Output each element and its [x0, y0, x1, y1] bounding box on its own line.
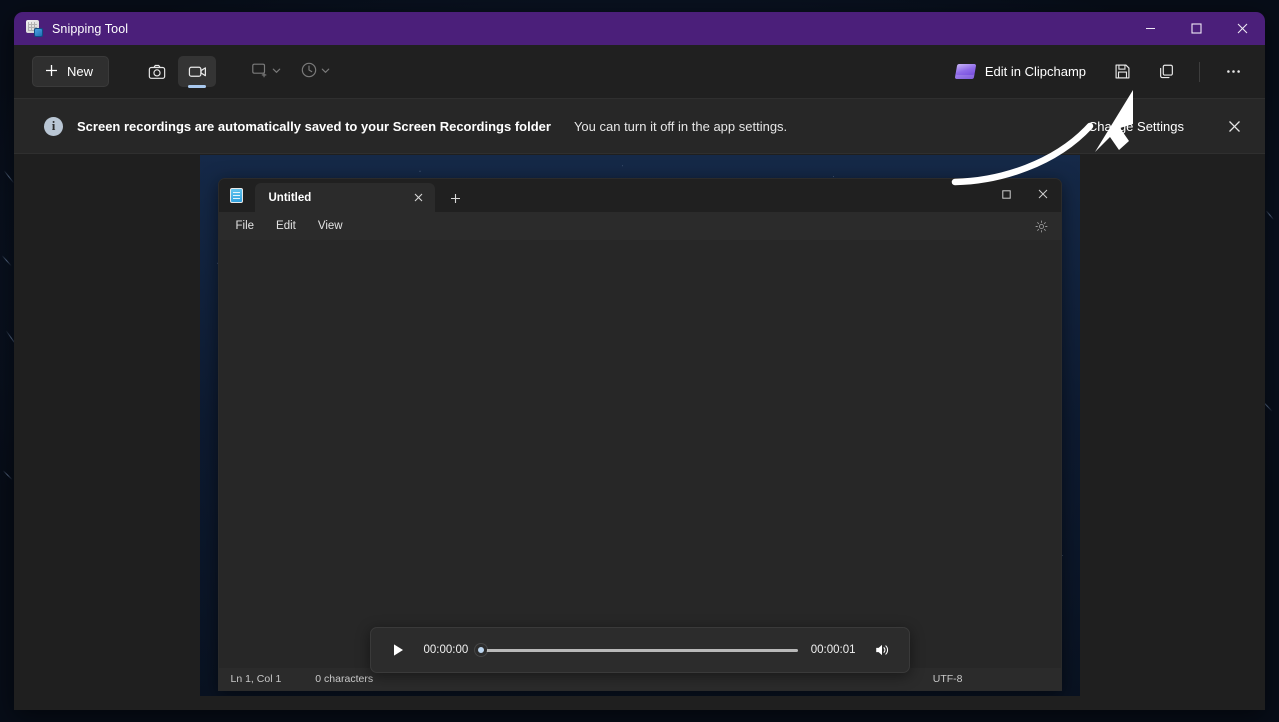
new-tab-button[interactable]	[442, 184, 470, 212]
total-time-label: 00:00:01	[810, 644, 856, 656]
command-bar: New Edit in Clipchamp	[14, 45, 1265, 98]
save-button[interactable]	[1104, 56, 1140, 87]
snipping-tool-icon	[26, 20, 43, 37]
menu-file[interactable]: File	[227, 216, 264, 236]
notepad-window-controls	[989, 179, 1061, 209]
encoding-status: UTF-8	[932, 673, 963, 685]
video-record-mode-button[interactable]	[178, 56, 217, 87]
edit-in-clipchamp-button[interactable]: Edit in Clipchamp	[946, 56, 1096, 87]
scrubber-track	[481, 648, 798, 652]
character-count-status: 0 characters	[315, 673, 374, 685]
notepad-text-area[interactable]	[218, 240, 1061, 668]
title-bar[interactable]: Snipping Tool	[14, 12, 1265, 45]
close-button[interactable]	[1219, 12, 1265, 45]
chevron-down-icon	[320, 64, 331, 79]
new-capture-button[interactable]: New	[32, 56, 110, 87]
title-bar-left: Snipping Tool	[14, 20, 128, 37]
screenshot-mode-button[interactable]	[138, 56, 176, 87]
scrubber-thumb[interactable]	[475, 644, 488, 656]
maximize-button[interactable]	[1173, 12, 1219, 45]
toolbar-vertical-divider	[1199, 61, 1200, 82]
notification-description: You can turn it off in the app settings.	[573, 118, 788, 134]
clock-icon	[300, 61, 318, 82]
window-controls	[1127, 12, 1265, 45]
close-icon[interactable]	[409, 188, 429, 208]
notepad-icon	[219, 179, 255, 212]
notepad-tab-strip: Untitled	[218, 179, 1061, 212]
playback-scrubber[interactable]	[475, 637, 798, 663]
info-notification-bar: i Screen recordings are automatically sa…	[14, 98, 1265, 154]
recorded-video-frame[interactable]: Untitled File Edit View Ln 1, Col 1 0 ch…	[199, 155, 1080, 696]
volume-button[interactable]	[869, 637, 895, 663]
notepad-menu-bar: File Edit View	[218, 212, 1061, 240]
plus-icon	[45, 64, 58, 80]
notepad-tab-label: Untitled	[268, 191, 312, 204]
more-options-button[interactable]	[1215, 56, 1251, 87]
recording-preview-stage: Untitled File Edit View Ln 1, Col 1 0 ch…	[14, 154, 1265, 710]
notepad-maximize-button[interactable]	[989, 179, 1025, 209]
snipping-tool-window: Snipping Tool New Edit in Clipchamp i Sc…	[14, 12, 1265, 710]
rectangle-snip-icon	[251, 61, 269, 82]
menu-view[interactable]: View	[309, 216, 352, 236]
snip-mode-dropdown[interactable]	[245, 56, 286, 87]
play-button[interactable]	[385, 637, 411, 663]
capture-mode-group	[138, 56, 217, 87]
new-capture-label: New	[67, 64, 94, 79]
cursor-position-status: Ln 1, Col 1	[230, 673, 282, 685]
snipping-tool-body: New Edit in Clipchamp i Screen recording…	[14, 45, 1265, 710]
window-title: Snipping Tool	[52, 21, 129, 36]
menu-edit[interactable]: Edit	[267, 216, 305, 236]
gear-icon[interactable]	[1031, 215, 1053, 237]
info-icon: i	[44, 116, 63, 136]
dismiss-notification-button[interactable]	[1217, 111, 1251, 141]
notification-title: Screen recordings are automatically save…	[77, 118, 551, 134]
current-time-label: 00:00:00	[423, 644, 469, 656]
media-player-controls: 00:00:00 00:00:01	[369, 627, 910, 673]
captured-notepad-window: Untitled File Edit View Ln 1, Col 1 0 ch…	[217, 178, 1062, 691]
edit-in-clipchamp-label: Edit in Clipchamp	[984, 64, 1086, 79]
delay-timer-dropdown[interactable]	[294, 56, 335, 87]
notepad-close-button[interactable]	[1025, 179, 1061, 209]
chevron-down-icon	[271, 64, 282, 79]
copy-button[interactable]	[1148, 56, 1184, 87]
notepad-tab-untitled[interactable]: Untitled	[254, 183, 435, 212]
change-settings-link[interactable]: Change Settings	[1079, 114, 1193, 139]
minimize-button[interactable]	[1127, 12, 1173, 45]
clipchamp-icon	[954, 64, 977, 79]
